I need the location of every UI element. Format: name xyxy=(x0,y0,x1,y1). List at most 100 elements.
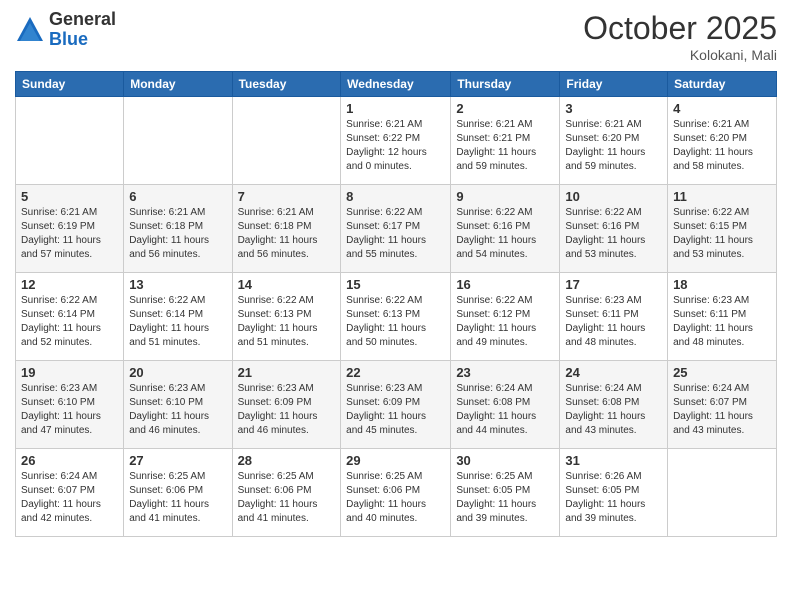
week-row-1: 5 Sunrise: 6:21 AM Sunset: 6:19 PM Daylig… xyxy=(16,185,777,273)
page: General Blue October 2025 Kolokani, Mali… xyxy=(0,0,792,612)
day-info: Sunrise: 6:26 AM Sunset: 6:05 PM Dayligh… xyxy=(565,470,662,526)
day-info: Sunrise: 6:22 AM Sunset: 6:14 PM Dayligh… xyxy=(129,294,226,350)
day-info: Sunrise: 6:23 AM Sunset: 6:10 PM Dayligh… xyxy=(21,382,118,438)
calendar-cell: 16 Sunrise: 6:22 AM Sunset: 6:12 PM Dayli… xyxy=(451,273,560,361)
location: Kolokani, Mali xyxy=(583,47,777,63)
day-number: 2 xyxy=(456,101,554,116)
calendar-cell: 8Sunrise: 6:22 AM Sunset: 6:17 PM Daylig… xyxy=(341,185,451,273)
day-number: 4 xyxy=(673,101,771,116)
day-number: 20 xyxy=(129,365,226,380)
day-number: 12 xyxy=(21,277,118,292)
day-number: 1 xyxy=(346,101,445,116)
title-block: October 2025 Kolokani, Mali xyxy=(583,10,777,63)
calendar: SundayMondayTuesdayWednesdayThursdayFrid… xyxy=(15,71,777,537)
day-number: 31 xyxy=(565,453,662,468)
calendar-cell: 21 Sunrise: 6:23 AM Sunset: 6:09 PM Dayli… xyxy=(232,361,341,449)
day-info: Sunrise: 6:21 AM Sunset: 6:18 PM Dayligh… xyxy=(238,206,336,262)
week-row-0: 1 Sunrise: 6:21 AM Sunset: 6:22 PM Daylig… xyxy=(16,97,777,185)
day-info: Sunrise: 6:23 AM Sunset: 6:11 PM Dayligh… xyxy=(565,294,662,350)
weekday-header-wednesday: Wednesday xyxy=(341,72,451,97)
day-number: 3 xyxy=(565,101,662,116)
calendar-cell: 31 Sunrise: 6:26 AM Sunset: 6:05 PM Dayli… xyxy=(560,449,668,537)
calendar-cell: 10 Sunrise: 6:22 AM Sunset: 6:16 PM Dayli… xyxy=(560,185,668,273)
calendar-cell: 19Sunrise: 6:23 AM Sunset: 6:10 PM Dayli… xyxy=(16,361,124,449)
calendar-cell: 1 Sunrise: 6:21 AM Sunset: 6:22 PM Daylig… xyxy=(341,97,451,185)
calendar-cell: 6 Sunrise: 6:21 AM Sunset: 6:18 PM Daylig… xyxy=(124,185,232,273)
day-info: Sunrise: 6:21 AM Sunset: 6:22 PM Dayligh… xyxy=(346,118,445,174)
calendar-cell: 29Sunrise: 6:25 AM Sunset: 6:06 PM Dayli… xyxy=(341,449,451,537)
day-info: Sunrise: 6:25 AM Sunset: 6:06 PM Dayligh… xyxy=(238,470,336,526)
day-number: 16 xyxy=(456,277,554,292)
calendar-cell xyxy=(16,97,124,185)
day-number: 5 xyxy=(21,189,118,204)
day-number: 9 xyxy=(456,189,554,204)
month-title: October 2025 xyxy=(583,10,777,47)
calendar-cell: 28 Sunrise: 6:25 AM Sunset: 6:06 PM Dayli… xyxy=(232,449,341,537)
header: General Blue October 2025 Kolokani, Mali xyxy=(15,10,777,63)
calendar-cell xyxy=(232,97,341,185)
calendar-cell xyxy=(668,449,777,537)
weekday-header-friday: Friday xyxy=(560,72,668,97)
day-info: Sunrise: 6:25 AM Sunset: 6:06 PM Dayligh… xyxy=(129,470,226,526)
calendar-cell: 4 Sunrise: 6:21 AM Sunset: 6:20 PM Daylig… xyxy=(668,97,777,185)
calendar-cell: 5 Sunrise: 6:21 AM Sunset: 6:19 PM Daylig… xyxy=(16,185,124,273)
day-number: 8 xyxy=(346,189,445,204)
calendar-cell: 9Sunrise: 6:22 AM Sunset: 6:16 PM Daylig… xyxy=(451,185,560,273)
day-info: Sunrise: 6:22 AM Sunset: 6:13 PM Dayligh… xyxy=(238,294,336,350)
day-number: 14 xyxy=(238,277,336,292)
calendar-cell: 25Sunrise: 6:24 AM Sunset: 6:07 PM Dayli… xyxy=(668,361,777,449)
calendar-cell: 30Sunrise: 6:25 AM Sunset: 6:05 PM Dayli… xyxy=(451,449,560,537)
calendar-cell: 12 Sunrise: 6:22 AM Sunset: 6:14 PM Dayli… xyxy=(16,273,124,361)
day-info: Sunrise: 6:22 AM Sunset: 6:14 PM Dayligh… xyxy=(21,294,118,350)
calendar-cell: 20Sunrise: 6:23 AM Sunset: 6:10 PM Dayli… xyxy=(124,361,232,449)
week-row-2: 12 Sunrise: 6:22 AM Sunset: 6:14 PM Dayli… xyxy=(16,273,777,361)
day-info: Sunrise: 6:24 AM Sunset: 6:08 PM Dayligh… xyxy=(565,382,662,438)
day-number: 6 xyxy=(129,189,226,204)
day-info: Sunrise: 6:23 AM Sunset: 6:11 PM Dayligh… xyxy=(673,294,771,350)
calendar-cell: 3 Sunrise: 6:21 AM Sunset: 6:20 PM Daylig… xyxy=(560,97,668,185)
day-info: Sunrise: 6:25 AM Sunset: 6:06 PM Dayligh… xyxy=(346,470,445,526)
weekday-header-sunday: Sunday xyxy=(16,72,124,97)
day-info: Sunrise: 6:23 AM Sunset: 6:09 PM Dayligh… xyxy=(238,382,336,438)
weekday-header-row: SundayMondayTuesdayWednesdayThursdayFrid… xyxy=(16,72,777,97)
calendar-cell xyxy=(124,97,232,185)
day-number: 17 xyxy=(565,277,662,292)
day-number: 21 xyxy=(238,365,336,380)
calendar-cell: 11Sunrise: 6:22 AM Sunset: 6:15 PM Dayli… xyxy=(668,185,777,273)
calendar-cell: 24 Sunrise: 6:24 AM Sunset: 6:08 PM Dayli… xyxy=(560,361,668,449)
calendar-cell: 23 Sunrise: 6:24 AM Sunset: 6:08 PM Dayli… xyxy=(451,361,560,449)
week-row-4: 26Sunrise: 6:24 AM Sunset: 6:07 PM Dayli… xyxy=(16,449,777,537)
day-info: Sunrise: 6:22 AM Sunset: 6:12 PM Dayligh… xyxy=(456,294,554,350)
day-number: 23 xyxy=(456,365,554,380)
day-info: Sunrise: 6:21 AM Sunset: 6:21 PM Dayligh… xyxy=(456,118,554,174)
day-info: Sunrise: 6:21 AM Sunset: 6:18 PM Dayligh… xyxy=(129,206,226,262)
day-info: Sunrise: 6:24 AM Sunset: 6:07 PM Dayligh… xyxy=(673,382,771,438)
day-info: Sunrise: 6:22 AM Sunset: 6:15 PM Dayligh… xyxy=(673,206,771,262)
day-number: 30 xyxy=(456,453,554,468)
calendar-cell: 14 Sunrise: 6:22 AM Sunset: 6:13 PM Dayli… xyxy=(232,273,341,361)
logo-icon xyxy=(15,15,45,45)
day-number: 18 xyxy=(673,277,771,292)
weekday-header-monday: Monday xyxy=(124,72,232,97)
calendar-cell: 22 Sunrise: 6:23 AM Sunset: 6:09 PM Dayli… xyxy=(341,361,451,449)
day-number: 10 xyxy=(565,189,662,204)
day-number: 24 xyxy=(565,365,662,380)
day-info: Sunrise: 6:21 AM Sunset: 6:20 PM Dayligh… xyxy=(673,118,771,174)
day-info: Sunrise: 6:21 AM Sunset: 6:20 PM Dayligh… xyxy=(565,118,662,174)
calendar-cell: 7 Sunrise: 6:21 AM Sunset: 6:18 PM Daylig… xyxy=(232,185,341,273)
weekday-header-tuesday: Tuesday xyxy=(232,72,341,97)
day-number: 26 xyxy=(21,453,118,468)
calendar-cell: 15Sunrise: 6:22 AM Sunset: 6:13 PM Dayli… xyxy=(341,273,451,361)
calendar-cell: 18 Sunrise: 6:23 AM Sunset: 6:11 PM Dayli… xyxy=(668,273,777,361)
day-number: 15 xyxy=(346,277,445,292)
day-number: 28 xyxy=(238,453,336,468)
day-number: 22 xyxy=(346,365,445,380)
week-row-3: 19Sunrise: 6:23 AM Sunset: 6:10 PM Dayli… xyxy=(16,361,777,449)
day-info: Sunrise: 6:23 AM Sunset: 6:09 PM Dayligh… xyxy=(346,382,445,438)
day-info: Sunrise: 6:24 AM Sunset: 6:08 PM Dayligh… xyxy=(456,382,554,438)
day-info: Sunrise: 6:22 AM Sunset: 6:16 PM Dayligh… xyxy=(565,206,662,262)
day-number: 7 xyxy=(238,189,336,204)
logo: General Blue xyxy=(15,10,116,50)
day-info: Sunrise: 6:21 AM Sunset: 6:19 PM Dayligh… xyxy=(21,206,118,262)
logo-general: General xyxy=(49,9,116,29)
